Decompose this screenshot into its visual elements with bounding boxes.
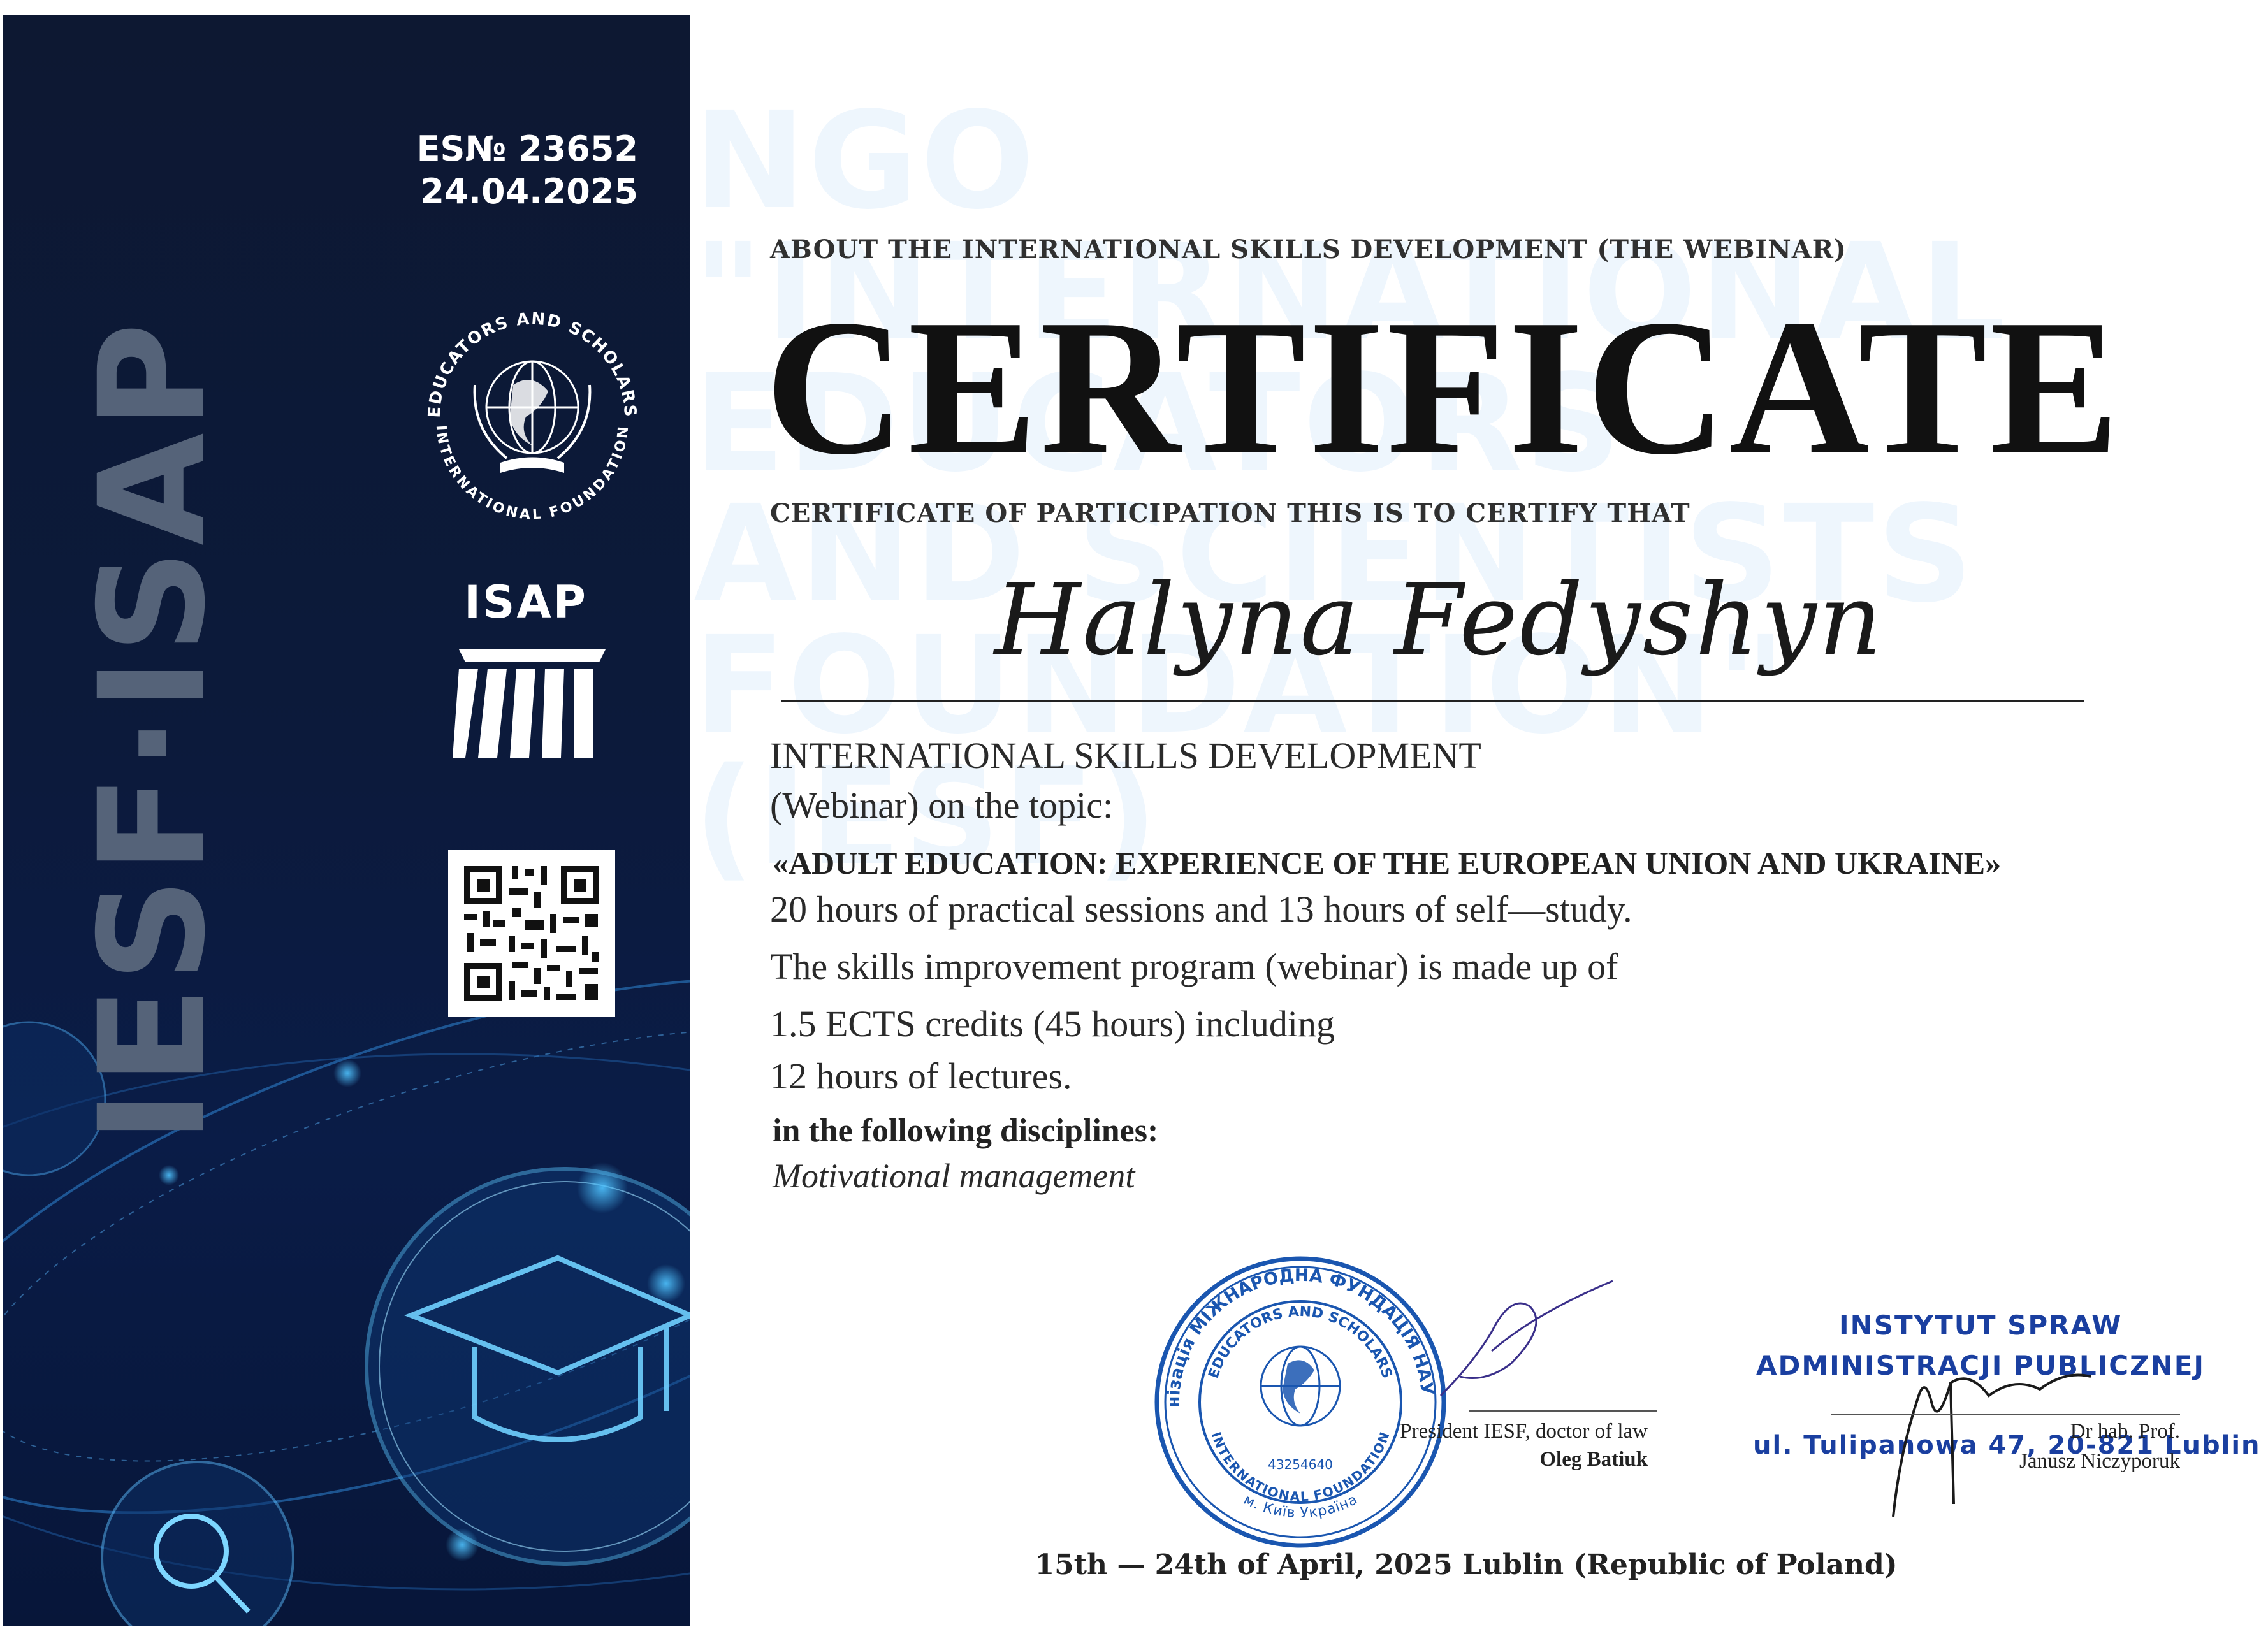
ects-credits: 1.5 ECTS credits (45 hours) including [770, 1003, 1335, 1045]
es-date: 24.04.2025 [420, 171, 638, 212]
program-topic-intro: (Webinar) on the topic: [770, 785, 1114, 826]
es-number: ES№ 23652 [416, 129, 638, 169]
stamp-code: 43254640 [1268, 1457, 1333, 1472]
program-topic: «ADULT EDUCATION: EXPERIENCE OF THE EURO… [773, 845, 2002, 881]
hours-summary: 20 hours of practical sessions and 13 ho… [770, 888, 1632, 930]
professor-role: Dr hab. Prof. [2070, 1420, 2180, 1443]
stamp-globe-icon [1260, 1345, 1341, 1427]
program-composition: The skills improvement program (webinar)… [770, 946, 1618, 987]
discipline-item: Motivational management [773, 1157, 1135, 1195]
sidebar-brand-vertical: IESF·ISAP [68, 319, 237, 1143]
president-signature-line [1469, 1410, 1657, 1412]
qr-code-icon [464, 866, 599, 1001]
about-heading: ABOUT THE INTERNATIONAL SKILLS DEVELOPME… [770, 235, 1847, 264]
open-book-icon [500, 457, 564, 473]
participation-heading: CERTIFICATE OF PARTICIPATION THIS IS TO … [770, 498, 1690, 528]
president-role: President IESF, doctor of law [1400, 1420, 1648, 1443]
name-underline [781, 700, 2084, 702]
event-date-place: 15th — 24th of April, 2025 Lublin (Repub… [1035, 1549, 1898, 1581]
institute-stamp-line1: INSTYTUT SPRAW [1839, 1310, 2123, 1341]
professor-name: Janusz Niczyporuk [2019, 1450, 2180, 1473]
president-signature [1439, 1280, 1613, 1397]
sidebar-panel: IESF·ISAP ES№ 23652 24.04.2025 EDUCATORS… [3, 15, 690, 1626]
qr-code[interactable] [448, 850, 615, 1017]
round-stamp: Громадська організація МІЖНАРОДНА ФУНДАЦ… [1147, 1249, 1446, 1548]
president-name: Oleg Batiuk [1539, 1448, 1648, 1471]
disciplines-label: in the following disciplines: [773, 1113, 1159, 1149]
program-type: INTERNATIONAL SKILLS DEVELOPMENT [770, 735, 1481, 776]
professor-signature-line [1831, 1414, 2180, 1415]
isap-columns-icon [453, 649, 606, 758]
foundation-emblem: EDUCATORS AND SCHOLARS INTERNATIONAL FOU… [425, 310, 639, 523]
certificate-title: CERTIFICATE [765, 279, 2123, 495]
recipient-name: Halyna Fedyshyn [994, 562, 1884, 677]
lecture-hours: 12 hours of lectures. [770, 1055, 1072, 1097]
isap-label: ISAP [464, 576, 588, 628]
